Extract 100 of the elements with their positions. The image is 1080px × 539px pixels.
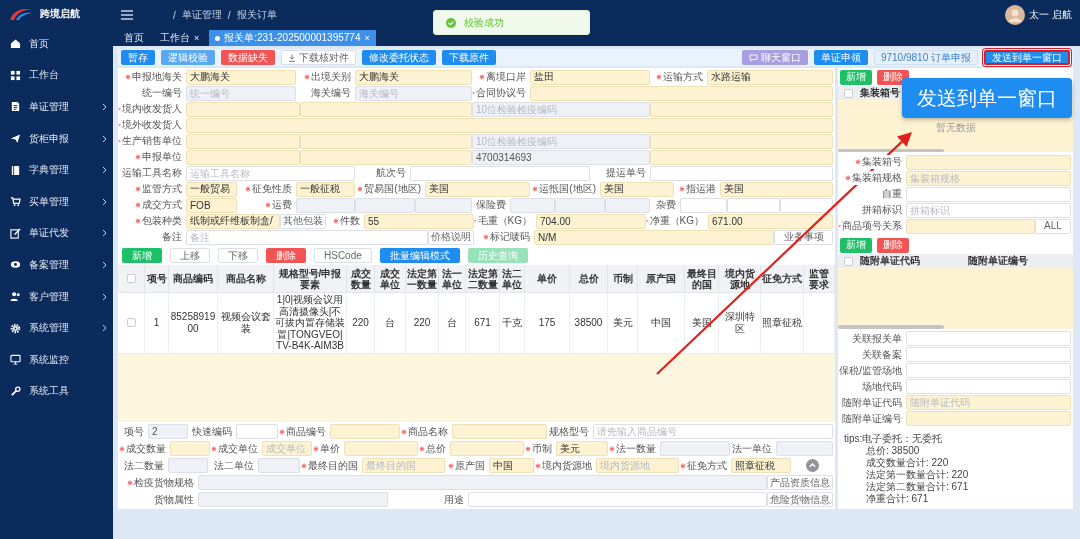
- input-field[interactable]: [650, 101, 833, 117]
- menu-item[interactable]: 字典管理: [29, 163, 94, 178]
- input-field[interactable]: 成交单位: [262, 441, 312, 456]
- close-button[interactable]: ×: [194, 33, 200, 43]
- menu-item[interactable]: 单证管理: [29, 100, 94, 114]
- input-field[interactable]: [468, 492, 767, 507]
- input-field[interactable]: [344, 441, 418, 456]
- input-field[interactable]: [300, 133, 472, 149]
- menu-item[interactable]: 客户管理: [29, 289, 94, 304]
- input-field[interactable]: [170, 441, 210, 456]
- action-button[interactable]: 上移: [170, 248, 210, 263]
- input-field[interactable]: [906, 363, 1071, 379]
- input-field[interactable]: 纸制或纤维板制盒/: [186, 213, 280, 229]
- input-field[interactable]: 大鹏海关: [355, 69, 472, 85]
- input-field[interactable]: [906, 218, 1035, 234]
- input-field[interactable]: 美元: [556, 441, 608, 456]
- input-field[interactable]: 美国: [720, 181, 833, 197]
- tab[interactable]: 首页: [118, 30, 150, 46]
- input-field[interactable]: [660, 441, 730, 456]
- input-field[interactable]: 美国: [600, 181, 674, 197]
- checkbox[interactable]: [126, 274, 136, 283]
- menu-item[interactable]: 系统监控: [29, 352, 107, 367]
- input-field[interactable]: [650, 165, 833, 181]
- action-button[interactable]: 下载核对件: [281, 50, 356, 65]
- input-field[interactable]: [452, 424, 547, 439]
- action-button[interactable]: 产品资质信息: [767, 475, 833, 490]
- input-field[interactable]: [410, 165, 590, 181]
- input-field[interactable]: 一般贸易: [186, 181, 237, 197]
- breadcrumb-item[interactable]: 单证管理: [181, 8, 222, 22]
- input-field[interactable]: 704.00: [536, 213, 646, 229]
- input-field[interactable]: N/M: [534, 229, 774, 245]
- input-field[interactable]: [530, 85, 833, 101]
- menu-item[interactable]: 首页: [29, 36, 107, 51]
- input-field[interactable]: [650, 133, 833, 149]
- action-button[interactable]: 9710/9810 订单申报: [873, 50, 978, 65]
- input-field[interactable]: [450, 441, 524, 456]
- input-field[interactable]: 集装箱规格: [906, 170, 1071, 186]
- input-field[interactable]: [906, 379, 1071, 395]
- input-field[interactable]: 最终目的国: [362, 458, 445, 473]
- menu-item[interactable]: 单证代发: [29, 226, 94, 241]
- input-field[interactable]: 水路运输: [707, 69, 833, 85]
- input-field[interactable]: 随附单证代码: [906, 395, 1071, 411]
- input-field[interactable]: [555, 197, 605, 213]
- input-field[interactable]: [236, 424, 278, 439]
- input-field[interactable]: [906, 154, 1071, 170]
- action-button[interactable]: 价格说明: [428, 229, 474, 245]
- avatar-icon[interactable]: [1005, 5, 1026, 25]
- input-field[interactable]: [300, 149, 472, 165]
- input-field[interactable]: [168, 458, 208, 473]
- input-field[interactable]: [605, 197, 650, 213]
- input-field[interactable]: [415, 197, 472, 213]
- action-button[interactable]: ALL: [1035, 218, 1071, 234]
- checkbox[interactable]: [843, 88, 853, 98]
- menu-item[interactable]: 系统工具: [29, 384, 107, 399]
- input-field[interactable]: 4700314693: [472, 149, 650, 165]
- input-field[interactable]: [186, 133, 300, 149]
- input-field[interactable]: [780, 197, 833, 213]
- input-field[interactable]: [906, 347, 1071, 363]
- input-field[interactable]: 2: [148, 424, 188, 439]
- input-field[interactable]: 拼箱标识: [906, 202, 1071, 218]
- input-field[interactable]: 照章征税: [731, 458, 791, 473]
- menu-item[interactable]: 备案管理: [29, 257, 94, 272]
- input-field[interactable]: [300, 101, 472, 117]
- checkbox[interactable]: [126, 318, 136, 328]
- user-name[interactable]: 太一 启航: [1029, 8, 1072, 22]
- input-field[interactable]: [258, 458, 300, 473]
- input-field[interactable]: [510, 197, 555, 213]
- input-field[interactable]: [355, 197, 415, 213]
- input-field[interactable]: 中国: [489, 458, 534, 473]
- input-field[interactable]: [906, 186, 1071, 202]
- checkbox[interactable]: [843, 256, 853, 266]
- action-button[interactable]: 危险货物信息: [767, 492, 833, 507]
- scrollbar[interactable]: [838, 325, 944, 329]
- menu-item[interactable]: 买单管理: [29, 194, 94, 209]
- input-field[interactable]: 美国: [425, 181, 530, 197]
- action-button[interactable]: 其他包装: [280, 213, 326, 229]
- input-field[interactable]: [776, 441, 833, 456]
- input-field[interactable]: [186, 117, 833, 133]
- input-field[interactable]: 请先输入商品编号: [593, 424, 833, 439]
- action-button[interactable]: HSCode: [314, 248, 372, 263]
- input-field[interactable]: [680, 197, 727, 213]
- tab[interactable]: 工作台 ×: [154, 30, 206, 46]
- breadcrumb-item[interactable]: 报关订单: [236, 8, 277, 22]
- input-field[interactable]: 671.00: [708, 213, 833, 229]
- menu-icon[interactable]: [121, 10, 133, 20]
- input-field[interactable]: [650, 149, 833, 165]
- input-field[interactable]: [198, 475, 767, 490]
- input-field[interactable]: [198, 492, 388, 507]
- input-field[interactable]: [906, 331, 1071, 347]
- input-field[interactable]: 55: [364, 213, 474, 229]
- input-field[interactable]: [186, 101, 300, 117]
- action-button[interactable]: 下移: [218, 248, 258, 263]
- menu-item[interactable]: 系统管理: [29, 321, 94, 336]
- menu-item[interactable]: 货柜申报: [29, 131, 94, 146]
- input-field[interactable]: 备注: [186, 229, 428, 245]
- input-field[interactable]: 境内货源地: [596, 458, 679, 473]
- collapse-button[interactable]: [805, 459, 819, 472]
- scrollbar[interactable]: [838, 148, 944, 153]
- input-field[interactable]: [906, 411, 1071, 427]
- input-field[interactable]: [296, 197, 355, 213]
